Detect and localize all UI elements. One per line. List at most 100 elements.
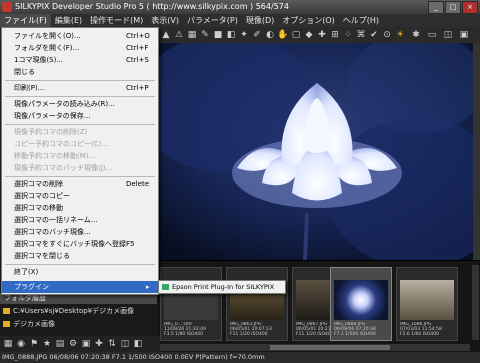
dots-icon[interactable]: ⁘ <box>342 29 354 41</box>
plugin-submenu[interactable]: Epson Print Plug-In for SILKYPIX <box>158 280 286 294</box>
app-icon <box>2 2 12 12</box>
window-title: SILKYPIX Developer Studio Pro 5 ( http:/… <box>15 2 289 11</box>
cross-icon[interactable]: ✚ <box>316 29 328 41</box>
triangle-icon[interactable]: ▲ <box>160 29 172 41</box>
menu-item-save-params[interactable]: 現像パラメータの保存... <box>2 110 158 122</box>
screen-icon[interactable]: ▭ <box>426 29 438 41</box>
menu-develop[interactable]: 現像(D) <box>242 14 278 27</box>
menu-option[interactable]: オプション(O) <box>278 14 339 27</box>
menu-help[interactable]: ヘルプ(H) <box>339 14 383 27</box>
star-icon[interactable]: ★ <box>41 338 53 350</box>
camera-icon[interactable]: ◉ <box>15 338 27 350</box>
square-icon[interactable]: ■ <box>212 29 224 41</box>
circle-icon[interactable]: ◐ <box>264 29 276 41</box>
status-bar: IMG_0888.JPG 06/08/06 07:20:38 F7.1 1/50… <box>0 352 480 363</box>
layout-icon[interactable]: ◫ <box>119 338 131 350</box>
menu-file[interactable]: ファイル(F) <box>0 14 51 27</box>
puzzle-icon[interactable]: ✱ <box>410 29 422 41</box>
title-bar: SILKYPIX Developer Studio Pro 5 ( http:/… <box>0 0 480 14</box>
menu-separator <box>5 264 155 265</box>
close-button[interactable]: × <box>462 1 478 14</box>
film-icon[interactable]: ▤ <box>54 338 66 350</box>
folder-history-item[interactable]: デジカメ画像 <box>0 318 157 330</box>
menu-item-move-selected[interactable]: 選択コマの移動 <box>2 202 158 214</box>
plugin-icon <box>162 284 169 290</box>
folder-icon <box>3 308 10 314</box>
frame-icon[interactable]: ▢ <box>290 29 302 41</box>
menu-separator <box>5 96 155 97</box>
bottom-toolbar: ▦ ◉ ⚑ ★ ▤ ⚙ ▣ ✚ ⇅ ◫ ◧ <box>0 336 160 352</box>
menu-item-rename-selected[interactable]: 選択コマの一括リネーム... <box>2 214 158 226</box>
menu-item-plugin[interactable]: プラグイン ▸ <box>2 281 158 293</box>
folder-history-panel: フォルダ履歴 C:¥Users¥sj¥Desktop¥デジカメ画像 デジカメ画像 <box>0 293 157 336</box>
window-icon[interactable]: ▣ <box>458 29 470 41</box>
sun-icon[interactable]: ☀ <box>394 29 406 41</box>
window-controls: _ □ × <box>428 1 478 14</box>
thumbnail-hscrollbar[interactable] <box>160 344 470 351</box>
menu-item-copy-reserved: コピー予約コマのコピー(C)... <box>14 140 109 148</box>
thumbnail-meta: IMG_0888.JPG 06/08/06 07:20:38 F7.1 1/500 … <box>334 322 376 337</box>
file-menu-dropdown: ファイルを開く(O)... Ctrl+O フォルダを開く(F)... Ctrl+F … <box>1 27 159 295</box>
scroll-thumb[interactable] <box>270 345 390 350</box>
submenu-arrow-icon: ▸ <box>146 283 150 291</box>
tile-icon[interactable]: ▣ <box>80 338 92 350</box>
thumbnail-meta: IMG_0....ORF 11/09/26 21:33:49 F3.5 1/80 I… <box>164 322 206 337</box>
menu-item-open-folder[interactable]: フォルダを開く(F)... Ctrl+F <box>2 42 158 54</box>
menu-bar: ファイル(F) 編集(E) 操作モード(M) 表示(V) パラメータ(P) 現像… <box>0 14 480 28</box>
menu-item-copy-selected[interactable]: 選択コマのコピー <box>2 190 158 202</box>
menu-item-batch-reserved: 現像予約コマのバッチ現像(J)... <box>14 164 113 172</box>
tag-icon[interactable]: ⌘ <box>355 29 367 41</box>
thumbnail[interactable]: IMG_1086.JPG 07/03/03 11:54:58 F5.6 1/60 I… <box>396 267 458 341</box>
tone-icon[interactable]: ◧ <box>225 29 237 41</box>
grid-view-icon[interactable]: ▦ <box>2 338 14 350</box>
thumbnail-meta: IMG_0863.JPG 06/05/01 20:07:13 F11 1/20 IS… <box>230 322 272 337</box>
folder-icon <box>3 321 10 327</box>
menu-item-delete-selected[interactable]: 選択コマの削除 Delete <box>2 178 158 190</box>
check-icon[interactable]: ✔ <box>368 29 380 41</box>
flag-icon[interactable]: ⚑ <box>28 338 40 350</box>
menu-item-load-params[interactable]: 現像パラメータの読み込み(R)... <box>2 98 158 110</box>
thumbnail-meta: IMG_1086.JPG 07/03/03 11:54:58 F5.6 1/60 I… <box>400 322 442 337</box>
menu-item-move-reserved: 移動予約コマの移動(M)... <box>14 152 96 160</box>
thumbnail-image <box>400 280 454 320</box>
diamond-icon[interactable]: ◆ <box>303 29 315 41</box>
minimize-button[interactable]: _ <box>428 1 444 14</box>
alert-icon[interactable]: ⚠ <box>173 29 185 41</box>
menu-separator <box>5 80 155 81</box>
thumbnail-vscrollbar[interactable] <box>472 265 479 340</box>
menu-item-print[interactable]: 印刷(P)... Ctrl+P <box>2 82 158 94</box>
photo-viewer[interactable] <box>157 43 473 260</box>
menu-item-open-file[interactable]: ファイルを開く(O)... Ctrl+O <box>2 30 158 42</box>
sort-icon[interactable]: ⇅ <box>106 338 118 350</box>
menu-item-develop-one[interactable]: 1コマ現像(S)... Ctrl+S <box>2 54 158 66</box>
plus-icon[interactable]: ✚ <box>93 338 105 350</box>
compare-icon[interactable]: ◧ <box>132 338 144 350</box>
thumbnail[interactable]: IMG_0863.JPG 06/05/01 20:07:13 F11 1/20 IS… <box>226 267 288 341</box>
lotus-photo <box>157 43 473 260</box>
menu-item-batch-selected[interactable]: 選択コマのバッチ現像... <box>2 226 158 238</box>
grid-icon[interactable]: ▦ <box>186 29 198 41</box>
menu-item-close[interactable]: 閉じる <box>2 66 158 78</box>
thumbnail-selected[interactable]: IMG_0888.JPG 06/08/06 07:20:38 F7.1 1/500 … <box>330 267 392 341</box>
menu-item-register-batch[interactable]: 選択コマをすぐにバッチ現像へ登録 F5 <box>2 238 158 250</box>
gear-icon[interactable]: ⚙ <box>67 338 79 350</box>
maximize-button[interactable]: □ <box>445 1 461 14</box>
brush-icon[interactable]: ✐ <box>251 29 263 41</box>
thumbnail[interactable]: IMG_0....ORF 11/09/26 21:33:49 F3.5 1/80 I… <box>160 267 222 341</box>
pen-icon[interactable]: ✎ <box>199 29 211 41</box>
lens-icon[interactable]: ⊙ <box>381 29 393 41</box>
split-icon[interactable]: ◫ <box>442 29 454 41</box>
grid2-icon[interactable]: ⊞ <box>329 29 341 41</box>
plugin-submenu-label: Epson Print Plug-In for SILKYPIX <box>172 283 275 291</box>
viewer-scrollbar[interactable] <box>473 43 480 260</box>
folder-history-item[interactable]: C:¥Users¥sj¥Desktop¥デジカメ画像 <box>0 305 157 317</box>
menu-parameter[interactable]: パラメータ(P) <box>183 14 242 27</box>
menu-item-exit[interactable]: 終了(X) <box>2 266 158 278</box>
menu-edit[interactable]: 編集(E) <box>51 14 86 27</box>
menu-item-close-selected[interactable]: 選択コマを閉じる <box>2 250 158 262</box>
hand-icon[interactable]: ✋ <box>277 29 289 41</box>
sparkle-icon[interactable]: ✦ <box>238 29 250 41</box>
menu-view[interactable]: 表示(V) <box>147 14 183 27</box>
menu-mode[interactable]: 操作モード(M) <box>86 14 147 27</box>
thumbnail-image <box>334 280 388 320</box>
